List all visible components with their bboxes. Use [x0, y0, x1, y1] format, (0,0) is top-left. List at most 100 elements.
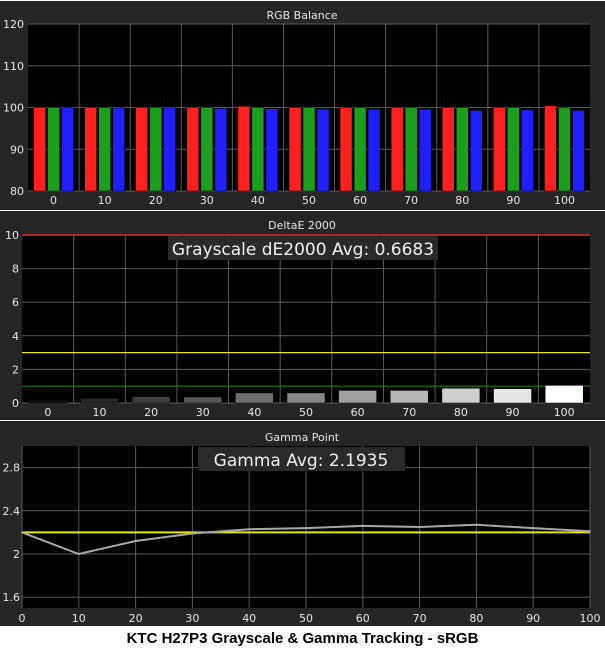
x-tick-label: 90: [506, 406, 520, 419]
x-tick-label: 60: [356, 612, 370, 625]
bar-blue: [214, 108, 228, 192]
bar-blue: [61, 107, 74, 192]
gamma-point: [77, 553, 80, 555]
gamma-point: [21, 531, 23, 534]
bar-green: [558, 107, 571, 192]
bar-deltae: [338, 390, 377, 404]
y-tick-label: 2.8: [3, 462, 21, 475]
bar-green: [251, 107, 265, 192]
bar-red: [33, 107, 46, 192]
bar-deltae: [544, 385, 584, 404]
x-tick-label: 40: [251, 194, 265, 207]
gamma-point: [248, 528, 251, 531]
annotation-text: Gamma Avg: 2.1935: [214, 451, 389, 471]
gamma-point: [532, 527, 535, 530]
bar-blue: [470, 110, 483, 192]
chart-figure: RGB Balance80901001101200 10 20 30 40 50 60 70 8…: [0, 0, 605, 626]
bar-blue: [521, 109, 534, 192]
bar-deltae: [235, 392, 274, 404]
bar-blue: [316, 108, 330, 192]
x-tick-label: 10: [98, 194, 112, 207]
bar-green: [98, 107, 111, 192]
bar-deltae: [441, 387, 481, 404]
x-tick-label: 50: [299, 612, 313, 625]
x-tick-label: 0: [19, 612, 26, 625]
bar-red: [442, 107, 455, 192]
bar-red: [237, 105, 251, 192]
y-tick-label: 0: [12, 397, 19, 410]
x-tick-label: 40: [247, 406, 261, 419]
bar-deltae: [28, 399, 68, 404]
chart-canvas: RGB Balance 80 90 100 110 120 0 10 20 30 40 50 60 70 8…: [0, 0, 605, 652]
bar-red: [186, 107, 200, 192]
x-tick-label: 70: [402, 406, 416, 419]
gamma-point: [361, 524, 364, 527]
x-tick-label: 70: [404, 194, 418, 207]
x-tick-label: 90: [506, 194, 520, 207]
y-tick-label: 4: [12, 330, 19, 343]
x-tick-label: 30: [196, 406, 210, 419]
bar-blue: [265, 108, 279, 192]
bar-deltae: [390, 390, 429, 404]
x-tick-label: 100: [554, 406, 575, 419]
x-tick-label: 30: [200, 194, 214, 207]
chart-title: Gamma Point: [265, 431, 340, 444]
bar-deltae: [131, 396, 171, 404]
bar-green: [507, 107, 520, 192]
bar-green: [200, 107, 214, 192]
x-tick-label: 80: [455, 194, 469, 207]
x-tick-label: 100: [554, 194, 575, 207]
x-tick-label: 80: [454, 406, 468, 419]
x-tick-label: 10: [92, 406, 106, 419]
bar-deltae: [286, 392, 326, 404]
y-tick-label: 1.6: [3, 591, 21, 604]
bar-blue: [418, 108, 432, 192]
gamma-point: [305, 527, 307, 530]
x-tick-label: 70: [413, 612, 427, 625]
bar-deltae: [493, 388, 532, 404]
bar-green: [456, 107, 469, 192]
y-tick-label: 100: [3, 102, 24, 115]
y-tick-label: 8: [12, 263, 19, 276]
bar-green: [149, 107, 162, 192]
bar-deltae: [80, 398, 119, 404]
y-tick-label: 110: [3, 60, 24, 73]
gamma-point: [475, 523, 478, 526]
bar-blue: [367, 108, 381, 192]
x-tick-label: 50: [302, 194, 316, 207]
y-tick-label: 90: [10, 143, 24, 156]
bar-red: [135, 107, 148, 192]
chart-caption: KTC H27P3 Grayscale & Gamma Tracking - s…: [126, 630, 479, 647]
plot-area: [22, 235, 590, 403]
y-tick-label: 120: [3, 18, 24, 31]
bar-green: [404, 107, 418, 192]
x-tick-label: 90: [526, 612, 540, 625]
gamma-point: [589, 530, 591, 533]
bar-red: [544, 105, 557, 192]
y-tick-label: 2.4: [3, 505, 21, 518]
y-tick-label: 10: [5, 229, 19, 242]
bar-red: [390, 107, 404, 192]
x-tick-label: 20: [144, 406, 158, 419]
bar-blue: [112, 107, 125, 192]
y-tick-label: 2: [13, 548, 20, 561]
x-tick-label: 50: [299, 406, 313, 419]
bar-green: [47, 107, 60, 192]
bar-blue: [163, 107, 176, 192]
x-tick-label: 40: [242, 612, 256, 625]
x-tick-label: 60: [351, 406, 365, 419]
x-tick-label: 0: [44, 406, 51, 419]
bar-red: [339, 107, 353, 192]
chart-title: DeltaE 2000: [268, 219, 336, 232]
gamma-point: [418, 526, 421, 528]
bar-blue: [572, 110, 585, 192]
x-tick-label: 20: [129, 612, 143, 625]
gamma-point: [134, 540, 137, 543]
bar-red: [493, 107, 506, 192]
bar-red: [288, 107, 302, 192]
x-tick-label: 10: [72, 612, 86, 625]
bar-green: [302, 107, 316, 192]
bar-green: [353, 107, 367, 192]
gamma-point: [191, 532, 194, 535]
chart-title: RGB Balance: [266, 9, 337, 22]
